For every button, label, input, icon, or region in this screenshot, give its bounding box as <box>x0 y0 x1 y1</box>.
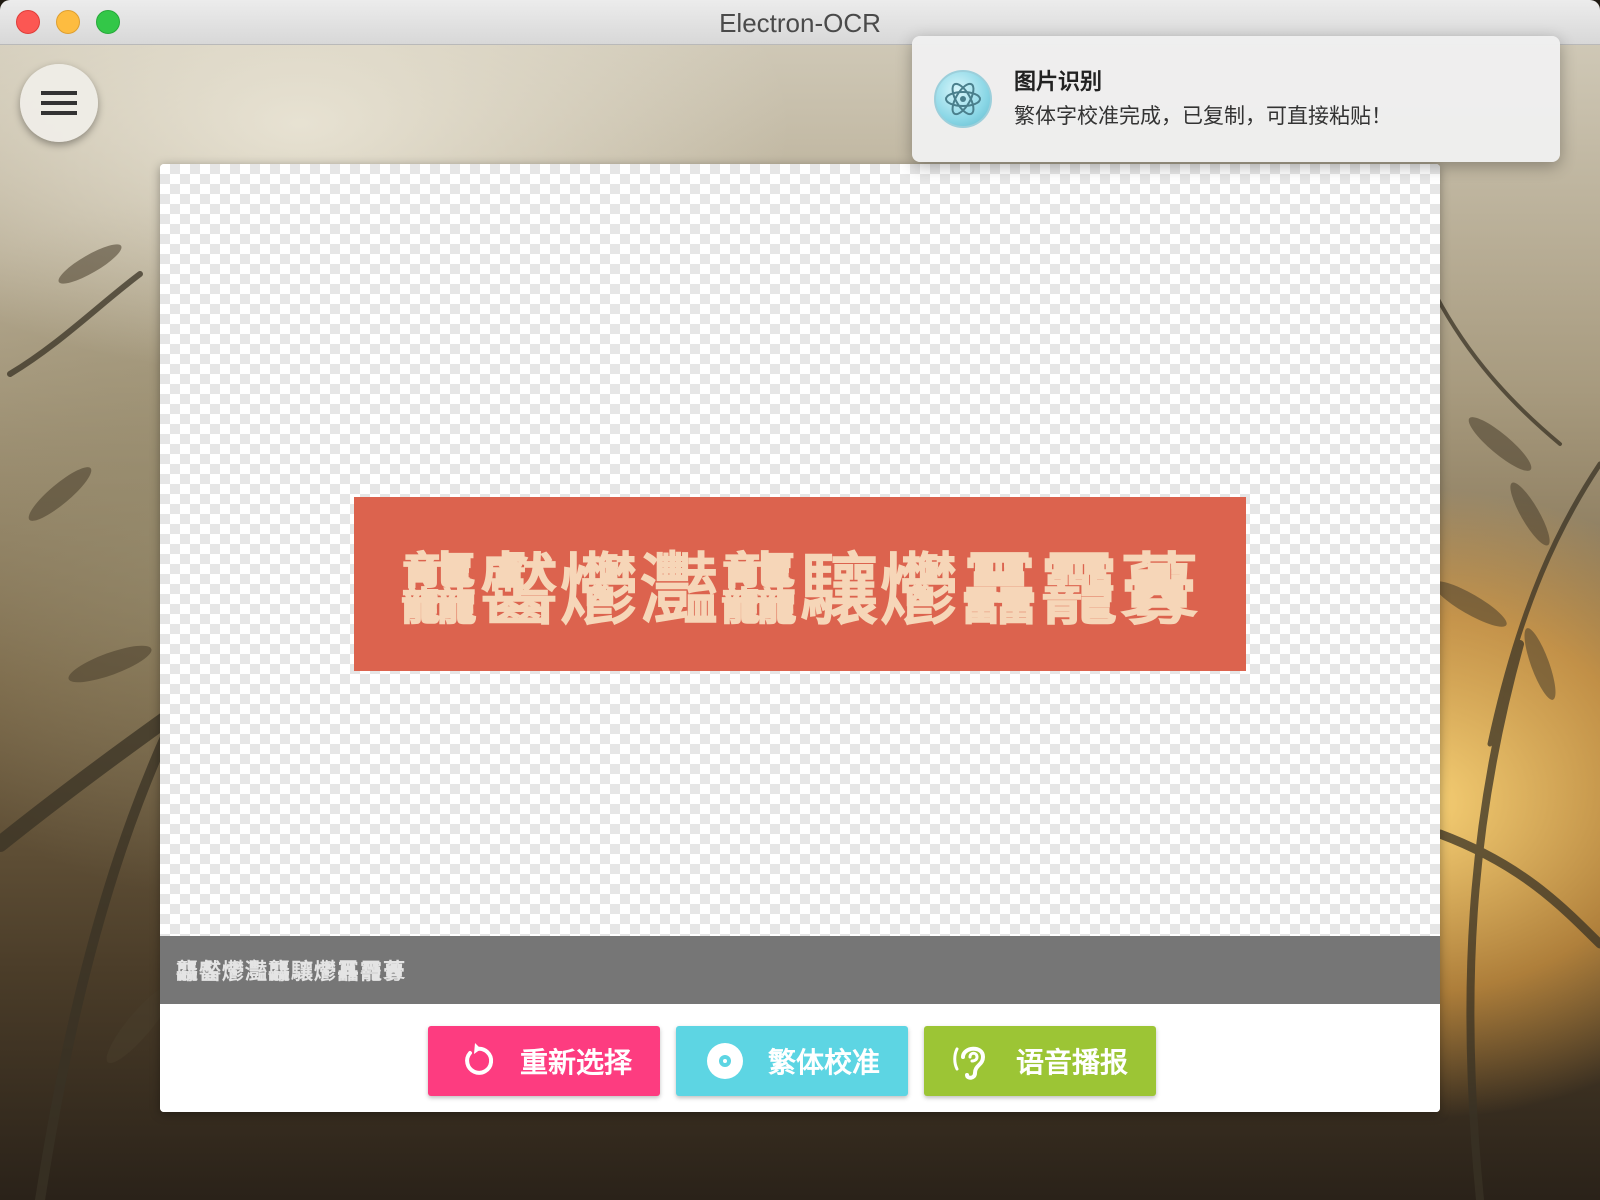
ocr-card: 龘齾爩灩龘驤爩靐龗虋 龘齾爩灩龘驤爩靐龗虋 重新选择 繁体校准 语音播报 <box>160 164 1440 1112</box>
calibrate-label: 繁体校准 <box>768 1046 881 1079</box>
speak-label: 语音播报 <box>1016 1046 1129 1079</box>
ear-icon <box>950 1038 996 1084</box>
notification-title: 图片识别 <box>1014 70 1103 95</box>
reselect-label: 重新选择 <box>520 1046 633 1079</box>
notification-toast[interactable]: 图片识别 繁体字校准完成，已复制，可直接粘贴！ <box>912 36 1560 162</box>
hamburger-menu-icon <box>41 91 77 95</box>
image-preview-area: 龘齾爩灩龘驤爩靐龗虋 <box>160 164 1440 936</box>
ocr-result-bar: 龘齾爩灩龘驤爩靐龗虋 <box>160 936 1440 1004</box>
action-bar: 重新选择 繁体校准 语音播报 <box>160 1004 1440 1112</box>
uploaded-image-text: 龘齾爩灩龘驤爩靐龗虋 <box>399 545 1200 636</box>
reload-icon <box>454 1038 500 1084</box>
notification-message: 繁体字校准完成，已复制，可直接粘贴！ <box>1014 104 1392 128</box>
ocr-result-text: 龘齾爩灩龘驤爩靐龗虋 <box>176 960 407 985</box>
app-window: Electron-OCR 龘齾爩灩龘驤爩靐龗虋 龘齾爩灩龘驤爩靐龗虋 重新选择 … <box>0 0 1600 1200</box>
electron-atom-icon <box>934 70 992 128</box>
uploaded-image: 龘齾爩灩龘驤爩靐龗虋 <box>354 497 1246 671</box>
calibrate-button[interactable]: 繁体校准 <box>676 1026 908 1096</box>
window-title: Electron-OCR <box>719 8 881 38</box>
speak-button[interactable]: 语音播报 <box>924 1026 1156 1096</box>
reselect-button[interactable]: 重新选择 <box>428 1026 660 1096</box>
disc-icon <box>702 1038 748 1084</box>
hamburger-menu-button[interactable] <box>20 64 98 142</box>
